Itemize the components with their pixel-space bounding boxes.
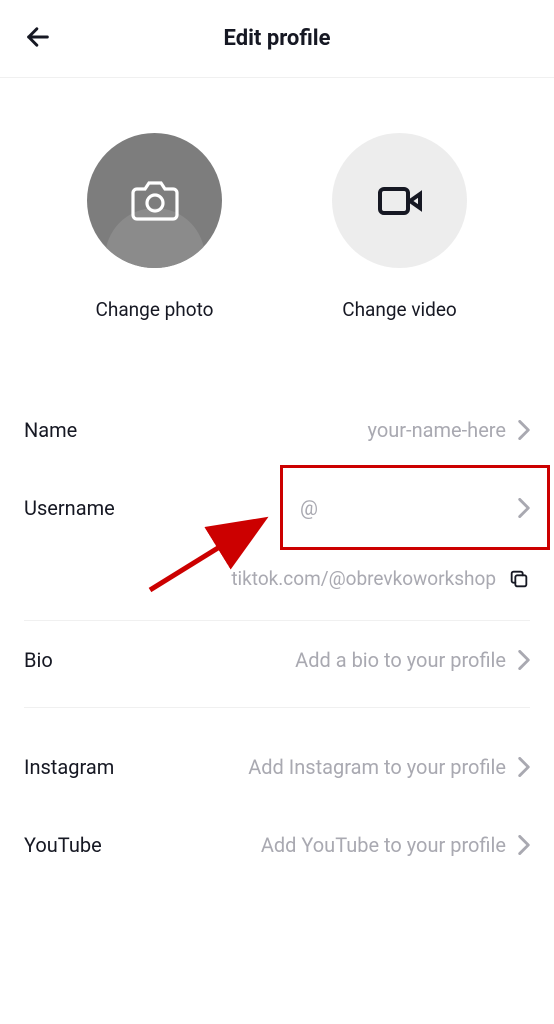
change-video-label: Change video	[342, 298, 457, 321]
photo-avatar-circle	[87, 133, 222, 268]
username-value: @	[300, 496, 318, 520]
youtube-label: YouTube	[24, 833, 102, 857]
video-circle	[332, 133, 467, 268]
instagram-row[interactable]: Instagram Add Instagram to your profile	[24, 728, 530, 806]
username-label: Username	[24, 496, 115, 520]
youtube-row[interactable]: YouTube Add YouTube to your profile	[24, 806, 530, 884]
change-photo-label: Change photo	[96, 298, 214, 321]
chevron-right-icon	[518, 420, 530, 440]
media-row: Change photo Change video	[0, 78, 554, 361]
chevron-right-icon	[518, 498, 530, 518]
social-section: Instagram Add Instagram to your profile …	[24, 708, 530, 884]
change-video-button[interactable]: Change video	[332, 133, 467, 321]
name-label: Name	[24, 418, 77, 442]
bio-value: Add a bio to your profile	[295, 648, 506, 672]
chevron-right-icon	[518, 835, 530, 855]
change-photo-button[interactable]: Change photo	[87, 133, 222, 321]
video-icon	[376, 177, 424, 225]
bio-section: Bio Add a bio to your profile	[24, 621, 530, 708]
name-value-group: your-name-here	[368, 418, 530, 442]
chevron-right-icon	[518, 757, 530, 777]
instagram-label: Instagram	[24, 755, 114, 779]
chevron-right-icon	[518, 650, 530, 670]
header: Edit profile	[0, 0, 554, 78]
youtube-value-group: Add YouTube to your profile	[261, 833, 530, 857]
profile-url-row[interactable]: tiktok.com/@obrevkoworkshop	[24, 547, 530, 621]
username-row[interactable]: Username @	[24, 469, 530, 547]
fields-container: Name your-name-here Username @	[0, 361, 554, 884]
name-row[interactable]: Name your-name-here	[24, 391, 530, 469]
camera-icon	[131, 177, 179, 225]
youtube-value: Add YouTube to your profile	[261, 833, 506, 857]
username-wrapper: Username @	[24, 469, 530, 547]
profile-url-text: tiktok.com/@obrevkoworkshop	[231, 567, 496, 590]
username-value-group: @	[300, 496, 530, 520]
copy-icon[interactable]	[508, 568, 530, 590]
bio-row[interactable]: Bio Add a bio to your profile	[24, 621, 530, 699]
name-value: your-name-here	[368, 418, 506, 442]
page-title: Edit profile	[224, 26, 331, 51]
bio-label: Bio	[24, 648, 53, 672]
instagram-value: Add Instagram to your profile	[248, 755, 506, 779]
arrow-left-icon	[24, 23, 52, 51]
instagram-value-group: Add Instagram to your profile	[248, 755, 530, 779]
back-button[interactable]	[24, 23, 52, 55]
bio-value-group: Add a bio to your profile	[295, 648, 530, 672]
